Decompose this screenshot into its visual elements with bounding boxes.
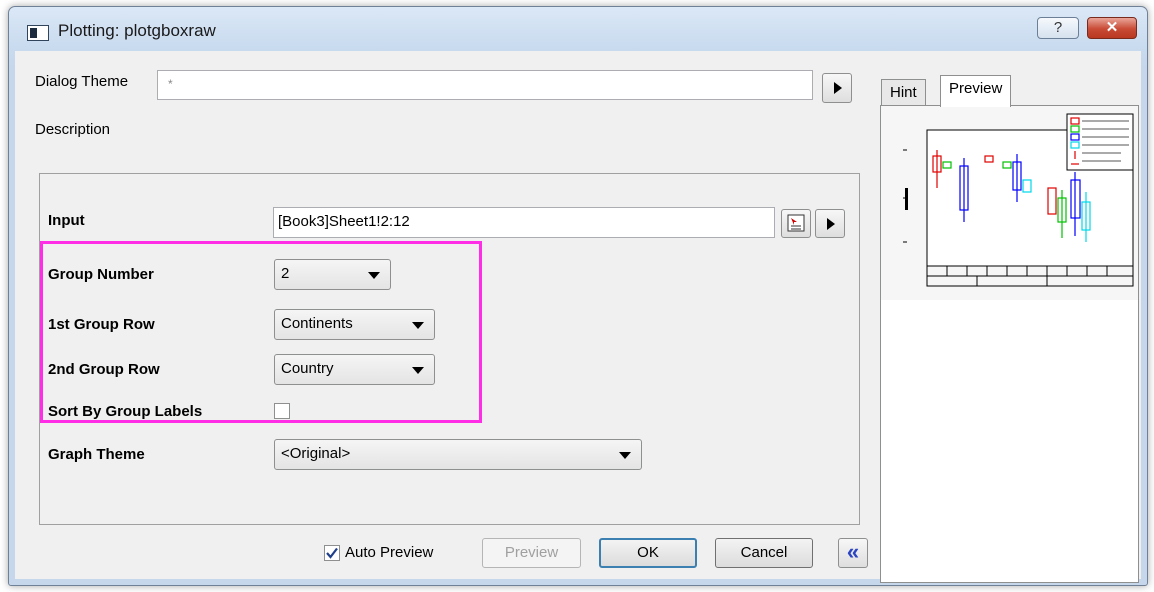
help-icon: ?	[1053, 19, 1063, 36]
input-field[interactable]: [Book3]Sheet1!2:12	[273, 207, 775, 238]
dialog-theme-label: Dialog Theme	[35, 73, 129, 90]
double-chevron-left-icon: «	[846, 539, 860, 564]
arrow-right-icon	[834, 82, 842, 94]
dropdown-icon	[368, 272, 380, 279]
first-group-row-label: 1st Group Row	[48, 316, 155, 333]
preview-button[interactable]: Preview	[482, 538, 581, 568]
input-label: Input	[48, 212, 85, 229]
app-icon	[27, 25, 49, 41]
dialog-client: Dialog Theme * Description Input [Book3]…	[15, 51, 1141, 583]
auto-preview-label: Auto Preview	[345, 544, 434, 561]
graph-theme-select[interactable]: <Original>	[274, 439, 642, 470]
preview-pane	[880, 105, 1139, 583]
sort-by-group-labels-label: Sort By Group Labels	[48, 403, 203, 420]
second-group-row-select[interactable]: Country	[274, 354, 435, 385]
group-number-select[interactable]: 2	[274, 259, 391, 290]
tab-hint[interactable]: Hint	[881, 79, 926, 107]
help-button[interactable]: ?	[1037, 17, 1079, 39]
theme-menu-button[interactable]	[822, 73, 852, 103]
dropdown-icon	[412, 367, 424, 374]
sort-by-group-labels-checkbox[interactable]	[274, 403, 290, 419]
dialog-window: Plotting: plotgboxraw ? ✕ Dialog Theme *…	[8, 6, 1148, 586]
collapse-button[interactable]: «	[838, 538, 868, 568]
arrow-right-icon	[827, 218, 835, 230]
input-menu-button[interactable]	[815, 209, 845, 238]
select-range-icon	[787, 214, 805, 232]
tab-preview[interactable]: Preview	[940, 75, 1012, 107]
first-group-row-value: Continents	[281, 315, 353, 332]
second-group-row-value: Country	[281, 360, 334, 377]
check-icon	[326, 547, 338, 559]
cancel-button[interactable]: Cancel	[715, 538, 813, 568]
description-label: Description	[35, 121, 111, 138]
close-icon: ✕	[1105, 19, 1119, 36]
dropdown-icon	[619, 452, 631, 459]
graph-theme-label: Graph Theme	[48, 446, 145, 463]
dialog-theme-value: *	[168, 77, 173, 91]
ok-button[interactable]: OK	[599, 538, 697, 568]
dropdown-icon	[412, 322, 424, 329]
auto-preview-checkbox[interactable]	[324, 545, 340, 561]
close-button[interactable]: ✕	[1087, 17, 1137, 39]
group-number-label: Group Number	[48, 266, 154, 283]
dialog-theme-field[interactable]: *	[157, 70, 813, 100]
title-bar: Plotting: plotgboxraw ? ✕	[9, 7, 1147, 51]
second-group-row-label: 2nd Group Row	[48, 361, 160, 378]
window-title: Plotting: plotgboxraw	[58, 21, 216, 40]
graph-theme-value: <Original>	[281, 445, 351, 462]
input-value: [Book3]Sheet1!2:12	[278, 213, 410, 230]
select-range-button[interactable]	[781, 209, 811, 238]
first-group-row-select[interactable]: Continents	[274, 309, 435, 340]
group-number-value: 2	[281, 265, 290, 282]
graph-preview	[881, 106, 1138, 300]
